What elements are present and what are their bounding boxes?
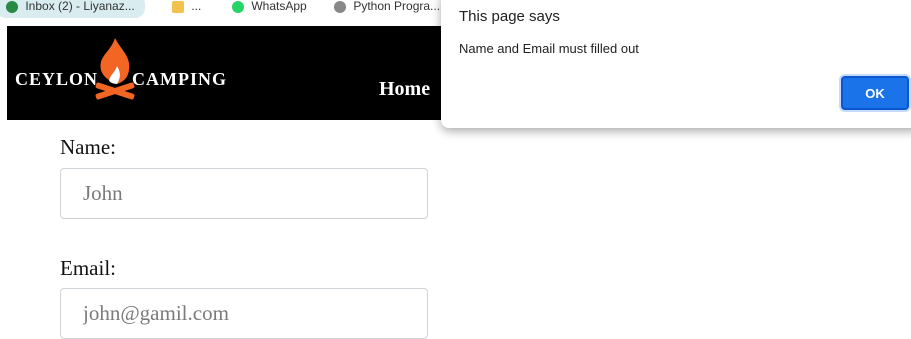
bookmark-label: Python Progra... [353,0,441,13]
dialog-message: Name and Email must filled out [459,41,639,56]
bookmark-whatsapp[interactable]: WhatsApp [232,0,307,18]
email-label: Email: [60,256,116,280]
dialog-title: This page says [459,8,560,25]
brand-text-right: CAMPING [132,69,227,89]
bookmark-favicon [6,0,18,13]
name-input[interactable] [60,168,428,219]
name-label: Name: [60,135,116,159]
whatsapp-icon [232,0,244,13]
bookmark-label: WhatsApp [251,0,307,13]
ok-button[interactable]: OK [841,76,909,110]
bookmark-inbox[interactable]: Inbox (2) - Liyanaz... [0,0,145,18]
alert-dialog: This page says Name and Email must fille… [441,0,911,128]
folder-icon [172,0,184,13]
bookmark-label: Inbox (2) - Liyanaz... [25,0,135,13]
bookmark-python[interactable]: Python Progra... [334,0,440,18]
campfire-icon [95,38,135,100]
brand-logo[interactable]: CEYLON CAMPING [15,36,235,106]
bookmark-favicon [334,0,346,13]
email-input[interactable] [60,288,428,339]
nav-home-link[interactable]: Home [379,78,430,101]
brand-text-left: CEYLON [15,69,99,89]
bookmark-folder[interactable]: ... [172,0,201,18]
bookmark-label: ... [191,0,202,13]
